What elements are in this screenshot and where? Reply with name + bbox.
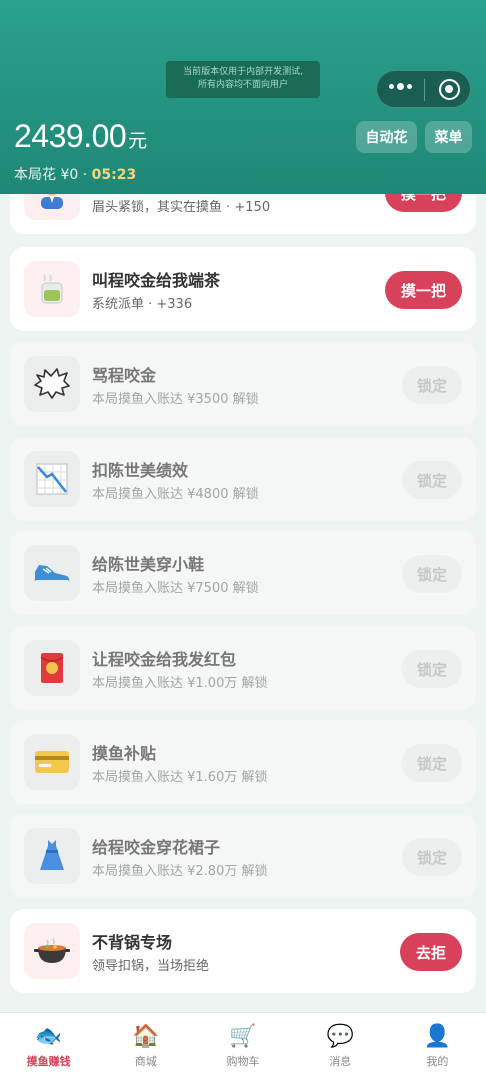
house-icon: 🏠 <box>132 1024 160 1049</box>
anger-bubble-icon <box>24 356 80 412</box>
task-subtitle: 系统派单 · +336 <box>92 297 193 312</box>
tab-moyu[interactable]: 🐟 摸鱼赚钱 <box>0 1013 97 1080</box>
task-card: 叫程咬金给我端茶 系统派单 · +336 摸一把 <box>10 247 476 331</box>
task-title: 扣陈世美绩效 <box>92 461 189 480</box>
task-card: 不背锅专场 领导扣锅，当场拒绝 去拒 <box>10 909 476 993</box>
balance-value: 2439.00 <box>14 118 127 154</box>
tab-label: 商城 <box>134 1055 157 1068</box>
locked-button[interactable]: 锁定 <box>402 461 462 499</box>
shoe-icon <box>24 545 80 601</box>
menu-button[interactable]: 菜单 <box>425 121 472 153</box>
task-title: 给陈世美穿小鞋 <box>92 555 205 574</box>
task-card: 扣陈世美绩效 本局摸鱼入账达 ¥4800 解锁 锁定 <box>10 437 476 521</box>
task-card: 骂程咬金 本局摸鱼入账达 ¥3500 解锁 锁定 <box>10 342 476 426</box>
locked-button[interactable]: 锁定 <box>402 744 462 782</box>
tab-label: 购物车 <box>226 1055 260 1068</box>
close-target-icon[interactable] <box>439 79 460 100</box>
tab-label: 摸鱼赚钱 <box>26 1055 71 1068</box>
task-list[interactable]: 眉头紧锁，其实在摸鱼 · +150 摸一把 叫程咬金给我端茶 系统派单 · +3… <box>0 172 486 1012</box>
notice-line: 所有内容均不面向用户 <box>197 80 288 90</box>
locked-button[interactable]: 锁定 <box>402 838 462 876</box>
task-subtitle: 本局摸鱼入账达 ¥1.60万 解锁 <box>92 770 268 785</box>
task-subtitle: 本局摸鱼入账达 ¥7500 解锁 <box>92 581 259 596</box>
task-title: 叫程咬金给我端茶 <box>92 271 221 290</box>
more-icon[interactable] <box>389 83 412 90</box>
task-subtitle: 领导扣锅，当场拒绝 <box>92 959 210 974</box>
wallet-header: 当前版本仅用于内部开发测试, 所有内容均不面向用户 2439.00 元 本局花 ¥… <box>0 0 486 194</box>
task-action-button[interactable]: 去拒 <box>399 933 462 971</box>
task-subtitle: 本局摸鱼入账达 ¥2.80万 解锁 <box>92 864 268 879</box>
tea-cup-icon <box>24 261 80 317</box>
round-status: 本局花 ¥0 · 05:23 <box>14 164 136 184</box>
locked-button[interactable]: 锁定 <box>402 366 462 404</box>
miniprogram-capsule <box>376 70 471 108</box>
speech-bubble-icon: 💬 <box>326 1024 354 1049</box>
capsule-divider <box>424 79 425 101</box>
fish-icon: 🐟 <box>34 1024 63 1049</box>
task-subtitle: 本局摸鱼入账达 ¥3500 解锁 <box>92 392 259 407</box>
tab-shop[interactable]: 🏠 商城 <box>97 1013 194 1080</box>
locked-button[interactable]: 锁定 <box>402 650 462 688</box>
user-icon: 👤 <box>423 1024 452 1049</box>
task-card: 给程咬金穿花裙子 本局摸鱼入账达 ¥2.80万 解锁 锁定 <box>10 814 476 898</box>
dev-notice: 当前版本仅用于内部开发测试, 所有内容均不面向用户 <box>166 61 320 98</box>
round-timer: 05:23 <box>91 167 137 183</box>
task-card: 摸鱼补贴 本局摸鱼入账达 ¥1.60万 解锁 锁定 <box>10 720 476 804</box>
tab-label: 消息 <box>329 1055 352 1068</box>
bottom-nav: 🐟 摸鱼赚钱 🏠 商城 🛒 购物车 💬 消息 👤 我的 <box>0 1012 486 1080</box>
task-title: 骂程咬金 <box>92 366 157 385</box>
task-subtitle: 本局摸鱼入账达 ¥4800 解锁 <box>92 487 259 502</box>
tab-messages[interactable]: 💬 消息 <box>292 1013 389 1080</box>
tab-cart[interactable]: 🛒 购物车 <box>194 1013 291 1080</box>
tab-profile[interactable]: 👤 我的 <box>389 1013 486 1080</box>
task-card: 让程咬金给我发红包 本局摸鱼入账达 ¥1.00万 解锁 锁定 <box>10 626 476 710</box>
chart-down-icon <box>24 451 80 507</box>
notice-line: 当前版本仅用于内部开发测试, <box>183 67 303 77</box>
task-title: 摸鱼补贴 <box>92 744 157 763</box>
tab-label: 我的 <box>426 1055 449 1068</box>
task-subtitle: 眉头紧锁，其实在摸鱼 · +150 <box>92 200 271 215</box>
auto-spend-button[interactable]: 自动花 <box>356 121 417 153</box>
round-spent: 本局花 ¥0 · <box>14 167 92 183</box>
pot-icon <box>24 923 80 979</box>
task-title: 不背锅专场 <box>92 933 173 952</box>
credit-card-icon <box>24 734 80 790</box>
cart-icon: 🛒 <box>229 1024 257 1049</box>
task-card: 给陈世美穿小鞋 本局摸鱼入账达 ¥7500 解锁 锁定 <box>10 531 476 615</box>
red-envelope-icon <box>24 640 80 696</box>
balance-unit: 元 <box>128 131 147 152</box>
balance-amount: 2439.00 元 <box>14 118 147 155</box>
locked-button[interactable]: 锁定 <box>402 555 462 593</box>
task-action-button[interactable]: 摸一把 <box>384 271 462 309</box>
task-title: 让程咬金给我发红包 <box>92 650 237 669</box>
task-subtitle: 本局摸鱼入账达 ¥1.00万 解锁 <box>92 676 268 691</box>
dress-icon <box>24 828 80 884</box>
task-title: 给程咬金穿花裙子 <box>92 838 221 857</box>
